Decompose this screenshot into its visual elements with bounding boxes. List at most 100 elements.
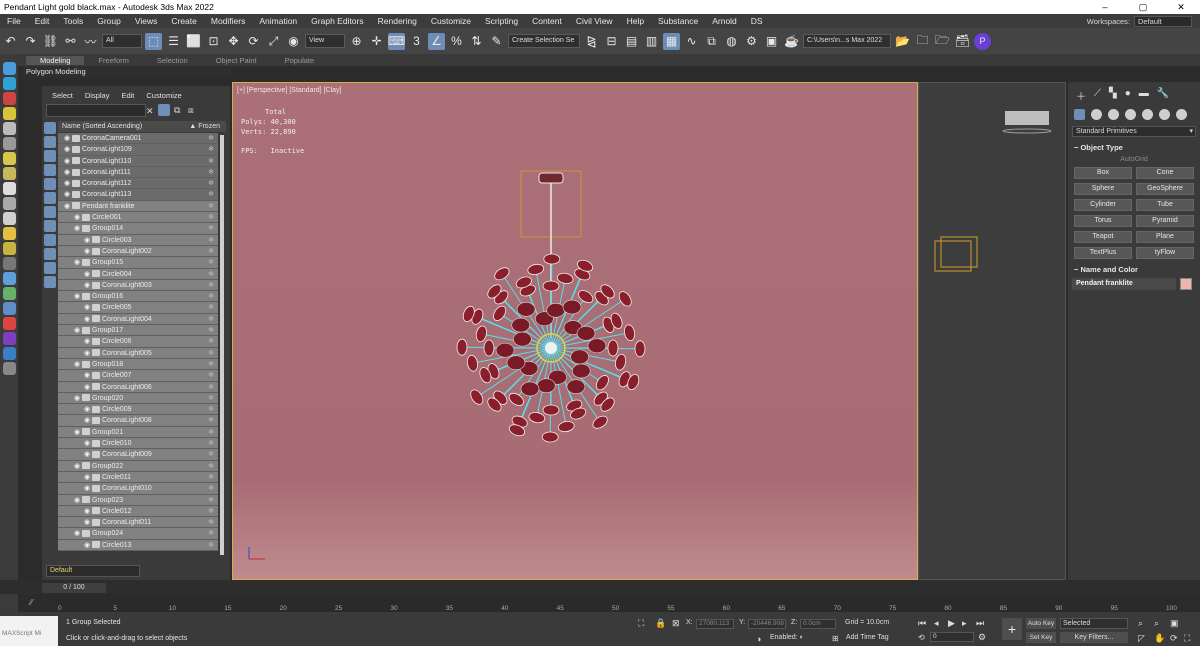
object-name-field[interactable]: Pendant franklite: [1072, 278, 1176, 290]
freeze-icon[interactable]: ❄: [208, 280, 214, 291]
minimize-button[interactable]: –: [1086, 2, 1124, 13]
explorer-row[interactable]: ◉ Circle006 ❄: [58, 336, 218, 348]
explorer-row[interactable]: ◉ Circle013 ❄: [58, 539, 218, 551]
select-manipulate-icon[interactable]: ✛: [368, 33, 385, 50]
ds-icon[interactable]: [2, 347, 16, 360]
curve-editor-icon[interactable]: ∿: [683, 33, 700, 50]
display-tab-icon[interactable]: ▬: [1139, 88, 1149, 103]
visibility-eye-icon[interactable]: ◉: [74, 393, 82, 404]
freeze-icon[interactable]: ❄: [208, 506, 214, 517]
goto-end-icon[interactable]: ⏭: [976, 618, 984, 629]
menu-help[interactable]: Help: [620, 16, 651, 26]
light-icon[interactable]: [2, 107, 16, 120]
geosphere-button[interactable]: GeoSphere: [1136, 183, 1194, 195]
unlink-icon[interactable]: ⚯: [62, 33, 79, 50]
freeze-icon[interactable]: ❄: [208, 404, 214, 415]
explorer-row[interactable]: ◉ Circle001 ❄: [58, 212, 218, 224]
menu-customize[interactable]: Customize: [424, 16, 478, 26]
rect-selection-icon[interactable]: ⬜: [185, 33, 202, 50]
visibility-eye-icon[interactable]: ◉: [84, 302, 92, 313]
rendered-frame-window-icon[interactable]: ▣: [763, 33, 780, 50]
track-bar[interactable]: 0 5 10 15 20 25 30 35 40 45 50 55 60 65 70 75 80 85 90 95 10…: [56, 597, 1177, 612]
select-by-name-icon[interactable]: ☰: [165, 33, 182, 50]
tab-modeling[interactable]: Modeling: [26, 55, 85, 65]
plugin-p-icon[interactable]: P: [974, 32, 991, 50]
material-editor-icon[interactable]: ◍: [723, 33, 740, 50]
angle-snap-icon[interactable]: ∠: [428, 32, 445, 50]
add-time-tag-button[interactable]: Add Time Tag: [846, 634, 889, 641]
cylinder-button[interactable]: Cylinder: [1074, 199, 1132, 211]
prev-frame-icon[interactable]: ◂: [934, 618, 939, 629]
explorer-row[interactable]: ◉ Circle010 ❄: [58, 438, 218, 450]
rotate-icon[interactable]: ⟳: [245, 33, 262, 50]
explorer-row[interactable]: ◉ Group015 ❄: [58, 257, 218, 269]
explorer-row[interactable]: ◉ CoronaLight005 ❄: [58, 347, 218, 359]
render-production-icon[interactable]: ☕: [783, 33, 800, 50]
filter-icon[interactable]: [158, 104, 170, 116]
freeze-icon[interactable]: ❄: [208, 348, 214, 359]
lights-category-icon[interactable]: [1108, 109, 1119, 120]
explorer-row[interactable]: ◉ Group016 ❄: [58, 291, 218, 303]
reference-coord-select[interactable]: View: [305, 34, 345, 48]
visibility-eye-icon[interactable]: ◉: [84, 506, 92, 517]
explorer-row[interactable]: ◉ Group020 ❄: [58, 392, 218, 405]
primitives-dropdown[interactable]: Standard Primitives ▾: [1072, 126, 1196, 137]
create-tab-icon[interactable]: ＋: [1076, 88, 1086, 103]
move-icon[interactable]: ✥: [225, 33, 242, 50]
explorer-row[interactable]: ◉ CoronaLight003 ❄: [58, 279, 218, 292]
visibility-eye-icon[interactable]: ◉: [84, 449, 92, 460]
menu-modifiers[interactable]: Modifiers: [204, 16, 252, 26]
freeze-icon[interactable]: ❄: [208, 495, 214, 506]
x-coordinate-field[interactable]: 27080.113: [696, 619, 734, 629]
play-icon[interactable]: ▶: [948, 618, 955, 629]
explorer-row[interactable]: ◉ Group022 ❄: [58, 460, 218, 472]
key-set-select[interactable]: Selected: [1060, 618, 1128, 629]
explorer-row[interactable]: ◉ CoronaLight112 ❄: [58, 178, 218, 190]
freeze-icon[interactable]: ❄: [208, 133, 214, 144]
display-containers-icon[interactable]: [44, 248, 56, 260]
menu-views[interactable]: Views: [128, 16, 165, 26]
cone-button[interactable]: Cone: [1136, 167, 1194, 179]
explorer-row[interactable]: ◉ CoronaLight006 ❄: [58, 381, 218, 393]
visibility-eye-icon[interactable]: ◉: [74, 325, 82, 336]
torus-icon[interactable]: [2, 242, 16, 255]
frozen-column-header[interactable]: ▲ Frozen: [189, 121, 226, 132]
save-folder-icon[interactable]: 🗁: [934, 33, 951, 50]
freeze-icon[interactable]: ❄: [208, 438, 214, 449]
tab-object-paint[interactable]: Object Paint: [202, 56, 271, 65]
utilities-tab-icon[interactable]: 🔧: [1157, 88, 1169, 103]
freeze-icon[interactable]: ❄: [208, 427, 214, 438]
explorer-row[interactable]: ◉ Circle009 ❄: [58, 404, 218, 416]
current-frame-field[interactable]: 0: [930, 632, 974, 642]
explorer-row[interactable]: ◉ Circle003 ❄: [58, 234, 218, 246]
clear-search-icon[interactable]: ✕: [146, 106, 154, 117]
explorer-row[interactable]: ◉ Group017 ❄: [58, 325, 218, 337]
close-button[interactable]: ✕: [1162, 2, 1200, 13]
visibility-eye-icon[interactable]: ◉: [64, 189, 72, 200]
freeze-icon[interactable]: ❄: [208, 483, 214, 494]
next-frame-icon[interactable]: ▸: [962, 618, 967, 629]
isolate-icon[interactable]: ⛶: [638, 618, 644, 629]
tube-button[interactable]: Tube: [1136, 199, 1194, 211]
tyflow-button[interactable]: tyFlow: [1136, 247, 1194, 259]
visibility-eye-icon[interactable]: ◉: [74, 212, 82, 223]
maximize-viewport-icon[interactable]: ⛶: [1184, 633, 1190, 644]
goto-start-icon[interactable]: ⏮: [918, 618, 926, 629]
freeze-icon[interactable]: ❄: [208, 393, 214, 404]
explorer-row[interactable]: ◉ CoronaLight110 ❄: [58, 155, 218, 167]
hierarchy-icon[interactable]: [2, 77, 16, 90]
systems-category-icon[interactable]: [1176, 109, 1187, 120]
freeze-icon[interactable]: ❄: [208, 472, 214, 483]
time-slider-thumb[interactable]: 0 / 100: [42, 583, 106, 593]
menu-ds[interactable]: DS: [744, 16, 770, 26]
mini-curve-icon[interactable]: ⁄⁄: [30, 598, 33, 607]
toggle-layer-explorer-icon[interactable]: ▥: [643, 33, 660, 50]
visibility-eye-icon[interactable]: ◉: [74, 528, 82, 539]
freeze-icon[interactable]: ❄: [208, 359, 214, 370]
edit-named-sets-icon[interactable]: ✎: [488, 33, 505, 50]
freeze-icon[interactable]: ❄: [208, 269, 214, 280]
freeze-icon[interactable]: ❄: [208, 235, 214, 246]
sun-icon[interactable]: [2, 227, 16, 240]
spinner-snap-icon[interactable]: ⇅: [468, 33, 485, 50]
spacewarp-icon[interactable]: [2, 257, 16, 270]
